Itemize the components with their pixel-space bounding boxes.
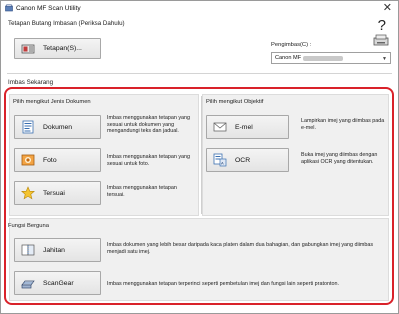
- ocr-description: Buka imej yang diimbas dengan aplikasi O…: [301, 152, 378, 165]
- stitch-icon: [21, 244, 35, 256]
- useful-functions-heading: Fungsi Berguna: [8, 223, 49, 229]
- help-icon[interactable]: ?: [378, 17, 386, 34]
- scanner-label: Pengimbas(C) :: [271, 42, 312, 48]
- scan-now-heading: Imbas Sekarang: [8, 79, 54, 86]
- document-icon: [22, 120, 34, 134]
- scangear-button[interactable]: ScanGear: [14, 271, 101, 295]
- stitch-button[interactable]: Jahitan: [14, 238, 101, 262]
- email-icon: [213, 122, 227, 132]
- app-window: Canon MF Scan Utility ✕ Tetapan Butang I…: [0, 0, 399, 314]
- svg-text:A: A: [221, 160, 224, 165]
- doc-type-heading: Pilih mengikut Jenis Dokumen: [13, 99, 91, 105]
- scanner-name-redacted: [303, 55, 344, 61]
- email-button-label: E-mel: [235, 123, 253, 131]
- ocr-icon: A: [213, 153, 227, 167]
- close-icon[interactable]: ✕: [383, 2, 392, 14]
- custom-description: Imbas menggunakan tetapan tersuai.: [107, 185, 177, 198]
- chevron-down-icon: ▼: [382, 56, 387, 62]
- app-icon: [5, 4, 13, 12]
- settings-icon: [21, 44, 35, 53]
- custom-button[interactable]: Tersuai: [14, 181, 101, 205]
- document-description: Imbas menggunakan tetapan yang sesuai un…: [107, 115, 191, 135]
- star-icon: [21, 186, 35, 200]
- divider: [7, 73, 392, 74]
- window-title: Canon MF Scan Utility: [16, 5, 81, 12]
- panel-divider: [201, 96, 202, 214]
- scanner-icon: [21, 280, 35, 289]
- stitch-description: Imbas dokumen yang lebih besar daripada …: [107, 242, 374, 255]
- settings-button[interactable]: Tetapan(S)...: [14, 38, 101, 59]
- ocr-button-label: OCR: [235, 156, 251, 164]
- email-button[interactable]: E-mel: [206, 115, 289, 139]
- scangear-description: Imbas menggunakan tetapan terperinci sep…: [107, 281, 339, 287]
- ocr-button[interactable]: A OCR: [206, 148, 289, 172]
- custom-button-label: Tersuai: [43, 189, 65, 197]
- scanner-select[interactable]: Canon MF ▼: [271, 52, 391, 64]
- scanner-device-icon: [373, 34, 389, 46]
- photo-icon: [21, 154, 35, 166]
- photo-button-label: Foto: [43, 156, 57, 164]
- email-description: Lampirkan imej yang diimbas pada e-mel.: [301, 118, 385, 131]
- settings-button-label: Tetapan(S)...: [43, 45, 82, 52]
- document-button[interactable]: Dokumen: [14, 115, 101, 139]
- photo-description: Imbas menggunakan tetapan yang sesuai un…: [107, 154, 191, 167]
- title-bar: Canon MF Scan Utility ✕: [1, 1, 398, 16]
- stitch-button-label: Jahitan: [43, 246, 65, 254]
- document-button-label: Dokumen: [43, 123, 73, 131]
- scanner-select-value: Canon MF: [275, 55, 302, 61]
- scangear-button-label: ScanGear: [43, 279, 74, 287]
- button-settings-heading: Tetapan Butang Imbasan (Periksa Dahulu): [8, 20, 125, 27]
- objective-heading: Pilih mengikut Objektif: [206, 99, 264, 105]
- photo-button[interactable]: Foto: [14, 148, 101, 172]
